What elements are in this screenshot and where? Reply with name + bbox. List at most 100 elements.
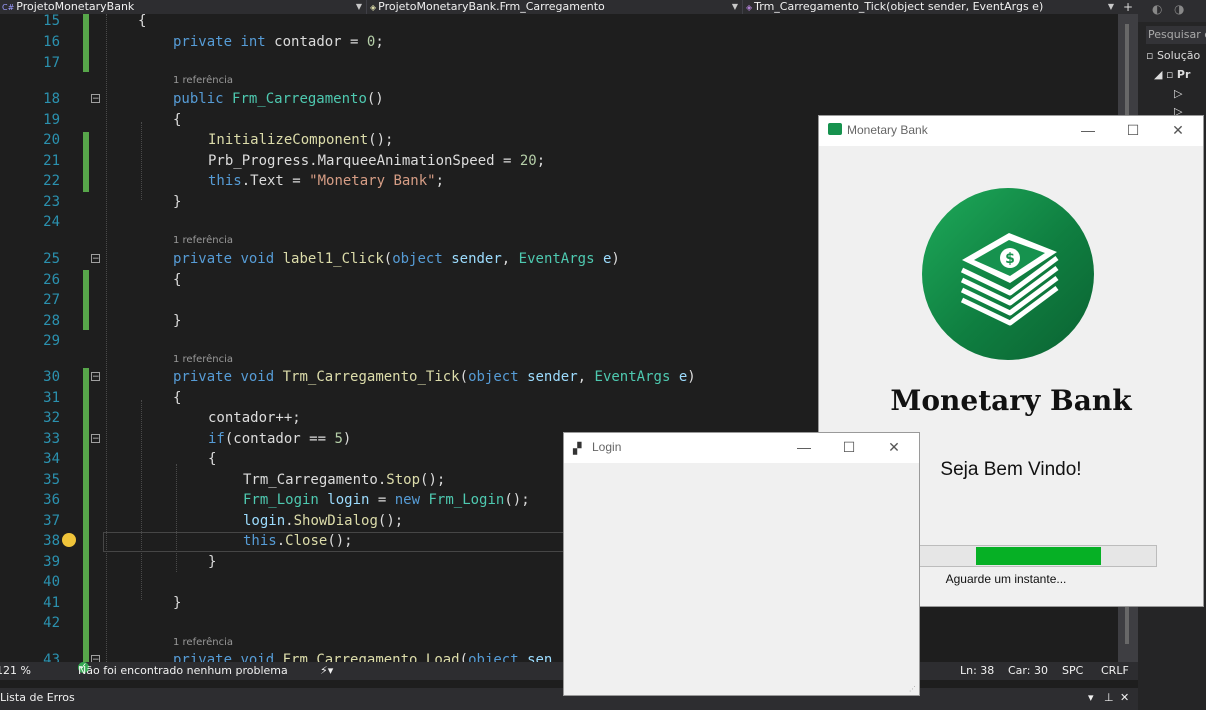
expand-icon[interactable]: ▷ [1174,86,1182,102]
minimize-button[interactable]: — [1073,120,1103,140]
class-dropdown[interactable]: ◈ ProjetoMonetaryBank.Frm_Carregamento ▼ [368,0,743,14]
line-number: 19 [43,112,60,128]
code-line: this.Text = "Monetary Bank"; [208,173,445,189]
line-number: 43 [43,652,60,662]
code-line: Trm_Carregamento.Stop(); [243,472,446,488]
collapse-icon[interactable]: − [91,372,100,382]
whitespace-indicator[interactable]: SPC [1062,662,1083,680]
line-number: 20 [43,132,60,148]
close-button[interactable]: ✕ [879,437,909,457]
class-icon: ◈ [370,3,377,12]
code-line: login.ShowDialog(); [243,513,404,529]
line-number: 34 [43,451,60,467]
code-line: contador++; [208,410,301,426]
collapse-icon[interactable]: − [91,254,100,264]
member-dropdown[interactable]: ◈ Trm_Carregamento_Tick(object sender, Ev… [744,0,1118,14]
pin-icon[interactable]: ⊥ [1104,688,1114,708]
reference-codelens[interactable]: 1 referência [173,74,233,88]
project-dropdown[interactable]: C# ProjetoMonetaryBank ▼ [0,0,367,14]
zoom-level[interactable]: 121 % [0,662,31,680]
code-line: } [173,313,182,329]
maximize-button[interactable]: ☐ [834,437,864,457]
back-icon[interactable]: ◐ [1152,2,1162,16]
reference-codelens[interactable]: 1 referência [173,353,233,367]
brush-icon[interactable]: ⚡▾ [320,662,333,680]
reference-codelens[interactable]: 1 referência [173,636,233,650]
line-indicator: Ln: 38 [960,664,995,677]
code-line: private void Trm_Carregamento_Tick(objec… [173,369,696,385]
code-line: private int contador = 0; [173,34,384,50]
line-number: 22 [43,173,60,189]
line-number: 41 [43,595,60,611]
line-number: 42 [43,615,60,631]
code-line: Frm_Login login = new Frm_Login(); [243,492,530,508]
collapse-icon[interactable]: − [91,94,100,104]
svg-text:$: $ [1005,251,1015,267]
code-line: Prb_Progress.MarqueeAnimationSpeed = 20; [208,153,546,169]
error-list-title[interactable]: Lista de Erros [0,688,75,708]
brand-title: Monetary Bank [890,384,1132,417]
form-icon: ▞ [573,443,582,455]
code-line: private void Frm_Carregamento_Load(objec… [173,652,553,662]
line-number: 25 [43,251,60,267]
line-number: 40 [43,574,60,590]
method-icon: ◈ [746,3,753,12]
column-indicator: Car: 30 [1008,664,1048,677]
problems-label: Não foi encontrado nenhum problema [78,664,288,677]
solution-explorer-toolbar: ◐ ◑ [1138,0,1206,22]
code-line: if(contador == 5) [208,431,352,447]
solution-node[interactable]: ▫ Solução [1146,48,1200,64]
code-line: InitializeComponent(); [208,132,394,148]
window-title: Login [592,440,622,454]
code-line: } [173,595,182,611]
collapse-icon[interactable]: − [91,655,100,662]
close-button[interactable]: ✕ [1163,120,1193,140]
navigation-bar: C# ProjetoMonetaryBank ▼ ◈ ProjetoMonetary… [0,0,1118,14]
chevron-down-icon: ▼ [1107,2,1114,11]
line-number: 33 [43,431,60,447]
close-icon[interactable]: ✕ [1120,688,1129,708]
money-stack-icon: $ [922,188,1094,360]
code-line: { [208,451,217,467]
line-number: 38 [43,533,60,549]
code-line: private void label1_Click(object sender,… [173,251,620,267]
project-dropdown-label: ProjetoMonetaryBank [16,0,135,13]
money-icon [828,123,842,135]
line-number: 15 [43,14,60,29]
line-number: 37 [43,513,60,529]
window-title: Monetary Bank [847,123,928,137]
code-line: { [173,390,182,406]
line-number: 30 [43,369,60,385]
line-number: 39 [43,554,60,570]
line-number: 17 [43,55,60,71]
line-number: 24 [43,214,60,230]
chevron-down-icon: ▼ [731,2,738,11]
code-line: { [173,112,182,128]
resize-grip-icon[interactable]: ⋰ [909,685,917,693]
forward-icon[interactable]: ◑ [1174,2,1184,16]
window-titlebar[interactable]: ▞ Login — ☐ ✕ [564,433,919,463]
class-dropdown-label: ProjetoMonetaryBank.Frm_Carregamento [378,0,605,13]
code-line: { [138,14,147,29]
minimize-button[interactable]: — [789,437,819,457]
line-number: 32 [43,410,60,426]
line-number: 28 [43,313,60,329]
csharp-project-icon: C# [2,3,15,12]
line-number: 36 [43,492,60,508]
maximize-button[interactable]: ☐ [1118,120,1148,140]
line-ending-indicator[interactable]: CRLF [1101,662,1129,680]
reference-codelens[interactable]: 1 referência [173,234,233,248]
split-editor-icon[interactable]: + [1118,0,1138,14]
code-line: { [173,272,182,288]
login-window: ▞ Login — ☐ ✕ ⋰ [563,432,920,696]
code-line: } [173,194,182,210]
project-node[interactable]: ◢ ▫ Pr [1154,67,1190,83]
line-number: 23 [43,194,60,210]
collapse-icon[interactable]: − [91,434,100,444]
window-titlebar[interactable]: Monetary Bank — ☐ ✕ [819,116,1203,146]
progress-fill [976,547,1101,565]
line-number: 27 [43,292,60,308]
chevron-down-icon[interactable]: ▾ [1088,688,1094,708]
member-dropdown-label: Trm_Carregamento_Tick(object sender, Eve… [754,0,1044,13]
solution-search-input[interactable]: Pesquisar e [1146,26,1206,44]
